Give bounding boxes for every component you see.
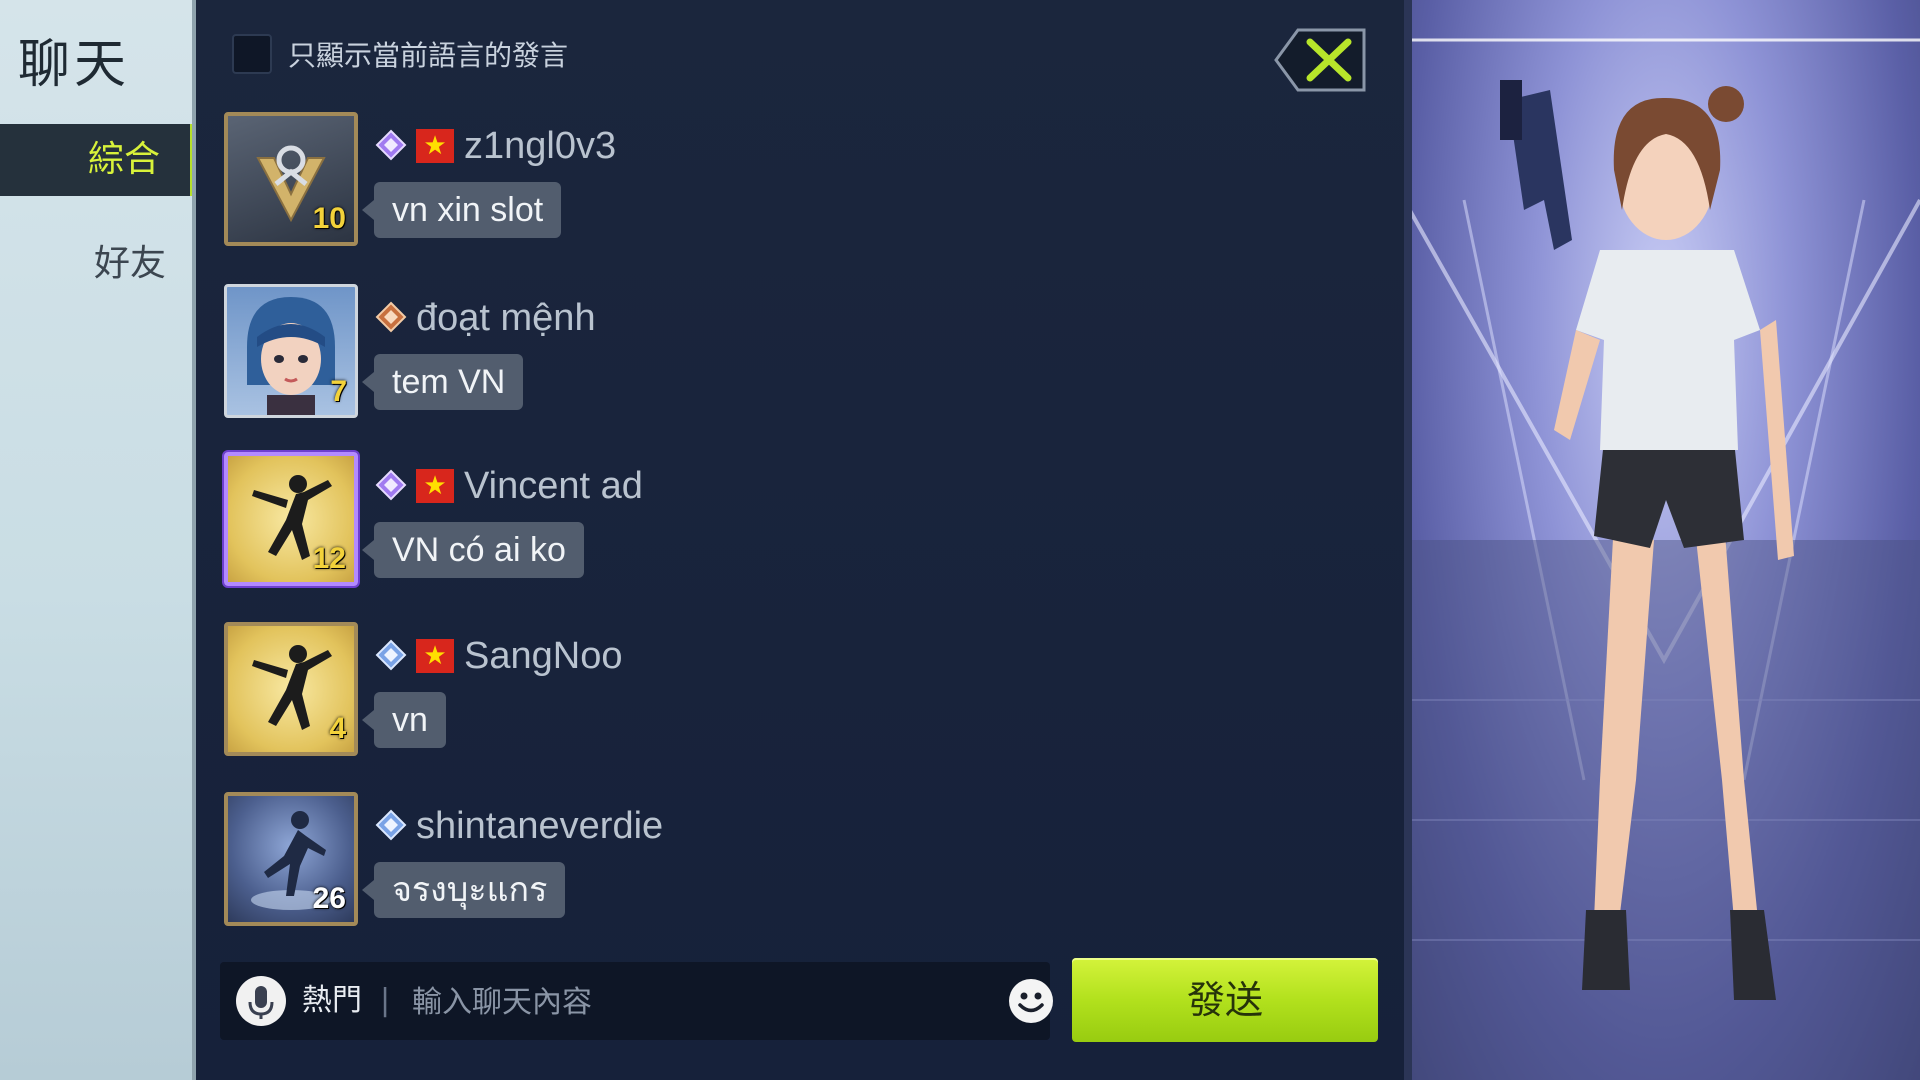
voice-button[interactable] xyxy=(236,976,286,1026)
tab-general[interactable]: 綜合 xyxy=(0,124,196,196)
player-level: 4 xyxy=(329,712,346,745)
username[interactable]: z1ngl0v3 xyxy=(464,125,616,168)
chat-message: 10 ★ z1ngl0v3 vn xin slot xyxy=(224,112,1124,252)
player-avatar[interactable]: 26 xyxy=(224,792,358,926)
player-level: 12 xyxy=(312,542,346,575)
microphone-icon xyxy=(248,986,274,1019)
chat-panel: 只顯示當前語言的發言 10 ★ z1ngl0v3 vn xin slot 7 đ… xyxy=(196,0,1404,1080)
message-bubble: จรงบุะแกร xyxy=(361,862,566,918)
blue-diamond-rank-icon xyxy=(375,809,407,841)
username[interactable]: đoạt mệnh xyxy=(416,297,596,340)
bronze-diamond-rank-icon xyxy=(375,301,407,333)
emoji-button[interactable] xyxy=(1006,976,1056,1026)
purple-diamond-rank-icon xyxy=(375,129,407,161)
chat-message: 4 ★ SangNoo vn xyxy=(224,622,1124,762)
chat-input-bar: 熱門 | xyxy=(220,962,1053,1040)
close-x-icon xyxy=(1274,28,1366,92)
vietnam-flag-icon: ★ xyxy=(416,639,454,673)
showcase-frame xyxy=(1404,0,1412,1080)
page-title: 聊天 xyxy=(18,35,131,95)
hot-phrases-button[interactable]: 熱門 xyxy=(302,962,362,1040)
message-bubble: vn xyxy=(362,692,446,748)
character-model-image xyxy=(1404,38,1920,1080)
player-level: 7 xyxy=(330,375,347,408)
player-avatar[interactable]: 12 xyxy=(224,452,358,586)
chat-message: 26 shintaneverdie จรงบุะแกร xyxy=(224,792,1124,932)
purple-diamond-rank-icon xyxy=(375,469,407,501)
chat-message: 7 đoạt mệnh tem VN xyxy=(224,284,1124,424)
username[interactable]: shintaneverdie xyxy=(416,805,663,848)
close-button[interactable] xyxy=(1272,26,1368,94)
chat-message: 12 ★ Vincent ad VN có ai ko xyxy=(224,452,1124,592)
character-showcase xyxy=(1404,0,1920,1080)
blue-diamond-rank-icon xyxy=(375,639,407,671)
send-button[interactable]: 發送 xyxy=(1072,958,1378,1042)
tab-friends[interactable]: 好友 xyxy=(0,228,196,300)
player-avatar[interactable]: 7 xyxy=(224,284,358,418)
player-level: 10 xyxy=(312,202,346,235)
player-avatar[interactable]: 10 xyxy=(224,112,358,246)
message-bubble: tem VN xyxy=(361,354,524,410)
chat-sidebar: 聊天 綜合 好友 xyxy=(0,0,196,1080)
username[interactable]: Vincent ad xyxy=(464,465,643,508)
player-avatar[interactable]: 4 xyxy=(224,622,358,756)
language-filter-label[interactable]: 只顯示當前語言的發言 xyxy=(288,34,568,74)
input-divider: | xyxy=(380,983,391,1018)
language-filter: 只顯示當前語言的發言 xyxy=(232,34,568,74)
message-bubble: vn xin slot xyxy=(361,182,562,238)
vietnam-flag-icon: ★ xyxy=(416,129,454,163)
username[interactable]: SangNoo xyxy=(464,635,622,678)
message-bubble: VN có ai ko xyxy=(362,522,584,578)
player-level: 26 xyxy=(312,882,346,915)
chat-message-input[interactable] xyxy=(410,976,974,1028)
language-filter-checkbox[interactable] xyxy=(232,34,272,74)
smiley-icon xyxy=(1009,979,1053,1023)
vietnam-flag-icon: ★ xyxy=(416,469,454,503)
